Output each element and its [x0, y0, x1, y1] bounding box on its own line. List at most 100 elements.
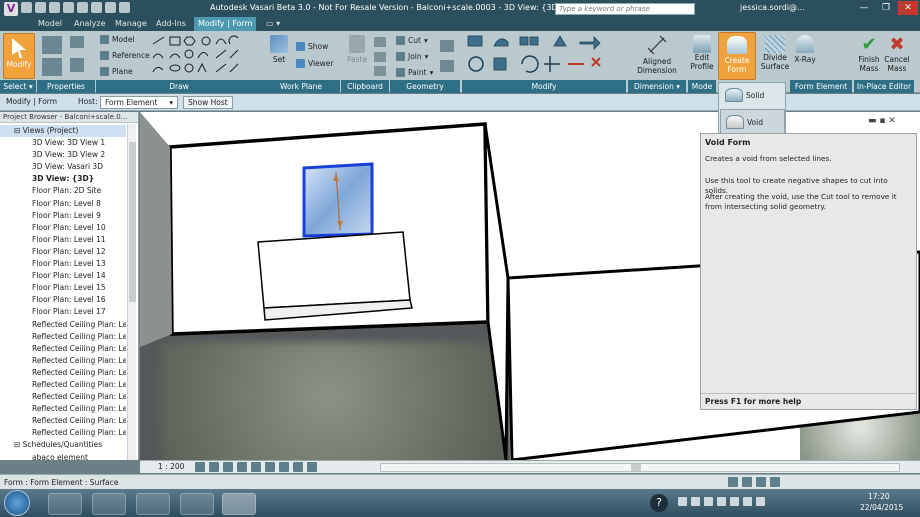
open-icon[interactable]	[21, 2, 32, 13]
editable-only-icon[interactable]	[756, 477, 766, 487]
tree-item[interactable]: Floor Plan: Level 16	[0, 294, 126, 306]
tray-icon-5[interactable]	[730, 497, 739, 506]
tree-item[interactable]: Floor Plan: Level 14	[0, 270, 126, 282]
modify-button[interactable]: Modify	[3, 33, 35, 79]
restore-button[interactable]: ❐	[876, 1, 896, 15]
tree-item[interactable]: Floor Plan: Level 13	[0, 258, 126, 270]
scrollbar-thumb[interactable]	[129, 142, 136, 302]
viewer-button[interactable]: Viewer	[296, 59, 334, 68]
vasari-taskbar-icon[interactable]	[222, 493, 256, 515]
copy-icon[interactable]	[374, 37, 386, 47]
paste-button[interactable]: Paste	[344, 35, 370, 64]
tree-item[interactable]: Floor Plan: 2D Site	[0, 185, 126, 197]
tree-item-active[interactable]: 3D View: {3D}	[0, 173, 126, 185]
app-taskbar-icon[interactable]	[180, 493, 214, 515]
solid-form-item[interactable]: Solid Form	[720, 83, 785, 125]
tree-item[interactable]: 3D View: 3D View 2	[0, 149, 126, 161]
model-line-tool[interactable]: Model	[100, 35, 135, 44]
tree-item[interactable]: Reflected Ceiling Plan: Lev	[0, 379, 126, 391]
sun-path-icon[interactable]	[223, 462, 233, 472]
draw-tools-gallery[interactable]	[150, 34, 240, 78]
measure-icon[interactable]	[91, 2, 102, 13]
user-account[interactable]: jessica.sordi@...	[740, 3, 805, 12]
reference-line-tool[interactable]: Reference	[100, 51, 150, 60]
show-work-plane-button[interactable]: Show	[296, 42, 328, 51]
tray-icon-1[interactable]	[678, 497, 687, 506]
vasari-logo-icon[interactable]: V	[4, 2, 18, 16]
properties-icon[interactable]	[42, 36, 62, 54]
horizontal-scrollbar[interactable]	[380, 463, 900, 472]
minimize-button[interactable]: —	[854, 1, 874, 15]
tree-item[interactable]: 3D View: Vasari 3D	[0, 161, 126, 173]
horizontal-scroll-thumb[interactable]	[631, 464, 641, 471]
close-button[interactable]: ✕	[898, 1, 918, 15]
modify-tools[interactable]	[464, 34, 624, 78]
tree-item[interactable]: Floor Plan: Level 9	[0, 210, 126, 222]
cut-geometry-button[interactable]: Cut ▾	[396, 36, 428, 45]
create-form-button[interactable]: Create Form	[718, 32, 756, 80]
explorer-taskbar-icon[interactable]	[92, 493, 126, 515]
tab-modify-form[interactable]: Modify | Form	[194, 17, 257, 31]
redo-icon[interactable]	[63, 2, 74, 13]
scale-label[interactable]: 1 : 200	[158, 462, 184, 471]
tray-icon-2[interactable]	[691, 497, 700, 506]
tab-model[interactable]: Model	[34, 17, 66, 31]
tree-schedules[interactable]: ⊟ Schedules/Quantities	[0, 439, 126, 451]
clock-date[interactable]: 22/04/2015	[860, 503, 903, 512]
text-icon[interactable]	[105, 2, 116, 13]
tree-item[interactable]: Reflected Ceiling Plan: Lev	[0, 391, 126, 403]
media-player-taskbar-icon[interactable]	[48, 493, 82, 515]
dimension-panel-title[interactable]: Dimension ▾	[628, 80, 686, 93]
match-properties-icon[interactable]	[374, 66, 386, 76]
volume-icon[interactable]	[756, 497, 765, 506]
help-icon[interactable]: ?	[650, 494, 668, 512]
tree-item[interactable]: Reflected Ceiling Plan: Lev	[0, 343, 126, 355]
start-button[interactable]	[4, 490, 30, 516]
tab-manage[interactable]: Manage	[111, 17, 151, 31]
tree-item[interactable]: Floor Plan: Level 10	[0, 222, 126, 234]
tree-item[interactable]: Floor Plan: Level 15	[0, 282, 126, 294]
tree-item[interactable]: Reflected Ceiling Plan: Lev	[0, 367, 126, 379]
edit-profile-button[interactable]: Edit Profile	[688, 35, 716, 71]
show-host-button[interactable]: Show Host	[183, 96, 233, 109]
divide-surface-button[interactable]: Divide Surface	[758, 35, 792, 71]
print-icon[interactable]	[77, 2, 88, 13]
tree-item[interactable]: 3D View: 3D View 1	[0, 137, 126, 149]
wall-join-icon[interactable]	[440, 40, 454, 52]
clock-time[interactable]: 17:20	[868, 492, 890, 501]
paint-button[interactable]: Paint ▾	[396, 68, 433, 77]
split-face-icon[interactable]	[440, 60, 454, 72]
show-crop-icon[interactable]	[265, 462, 275, 472]
tray-icon-4[interactable]	[717, 497, 726, 506]
design-options-icon[interactable]	[742, 477, 752, 487]
worksets-icon[interactable]	[728, 477, 738, 487]
tree-item[interactable]: Floor Plan: Level 12	[0, 246, 126, 258]
aligned-dimension-button[interactable]: Aligned Dimension	[634, 35, 680, 75]
tree-root-views[interactable]: ⊟ Views (Project)	[0, 125, 126, 138]
set-work-plane-button[interactable]: Set	[266, 35, 292, 64]
category-icon[interactable]	[70, 58, 84, 72]
browser-scrollbar[interactable]	[127, 124, 136, 460]
finish-mass-button[interactable]: ✔ Finish Mass	[856, 35, 882, 74]
lock-3d-icon[interactable]	[279, 462, 289, 472]
type-properties-icon[interactable]	[70, 36, 84, 48]
undo-icon[interactable]	[49, 2, 60, 13]
view-window-controls[interactable]: ▬ ▪ ✕	[868, 116, 896, 126]
visual-style-icon[interactable]	[209, 462, 219, 472]
tab-options-icon[interactable]: ▭ ▾	[262, 17, 284, 31]
search-input[interactable]: Type a keyword or phrase	[555, 3, 695, 15]
tree-item[interactable]: Reflected Ceiling Plan: Lev	[0, 403, 126, 415]
tray-icon-3[interactable]	[704, 497, 713, 506]
family-types-icon[interactable]	[42, 58, 62, 76]
tree-item[interactable]: Reflected Ceiling Plan: Lev	[0, 355, 126, 367]
network-icon[interactable]	[743, 497, 752, 506]
reveal-hidden-icon[interactable]	[307, 462, 317, 472]
tree-item[interactable]: Reflected Ceiling Plan: Lev	[0, 427, 126, 439]
cancel-mass-button[interactable]: ✖ Cancel Mass	[884, 35, 910, 74]
tab-analyze[interactable]: Analyze	[70, 17, 110, 31]
shadows-icon[interactable]	[237, 462, 247, 472]
tree-item[interactable]: Reflected Ceiling Plan: Lev	[0, 415, 126, 427]
join-geometry-button[interactable]: Join ▾	[396, 52, 428, 61]
tree-item[interactable]: Floor Plan: Level 8	[0, 198, 126, 210]
filter-icon[interactable]	[770, 477, 780, 487]
